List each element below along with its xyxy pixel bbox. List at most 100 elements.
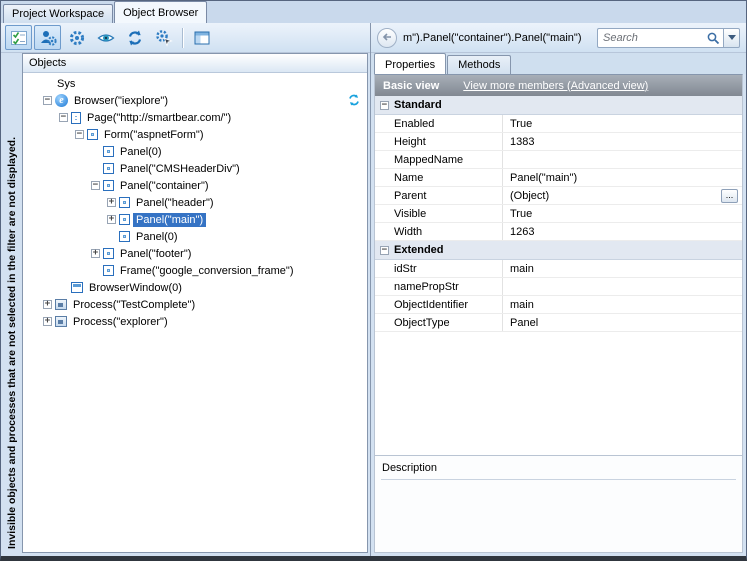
tree-item-label: Frame("google_conversion_frame")	[117, 264, 297, 278]
property-name: idStr	[375, 260, 503, 277]
property-row[interactable]: namePropStr	[375, 278, 742, 296]
windows-logo-icon	[39, 77, 51, 89]
property-name: MappedName	[375, 151, 503, 168]
property-row[interactable]: MappedName	[375, 151, 742, 169]
ellipsis-button[interactable]: ...	[721, 189, 738, 203]
property-row[interactable]: ObjectTypePanel	[375, 314, 742, 332]
objects-panel: Objects Sys−eBrowser("iexplore")−Page("h…	[22, 53, 368, 553]
highlight-object-button[interactable]	[92, 25, 119, 50]
tab-object-browser[interactable]: Object Browser	[114, 1, 207, 23]
tree-item[interactable]: + Panel("main")	[23, 211, 367, 228]
tree-item-label: Form("aspnetForm")	[101, 128, 207, 142]
tree-item[interactable]: −Panel("container")	[23, 177, 367, 194]
property-name: Width	[375, 223, 503, 240]
view-mode-bar: Basic view View more members (Advanced v…	[375, 75, 742, 96]
tree-item[interactable]: −eBrowser("iexplore")	[23, 92, 367, 109]
property-row[interactable]: EnabledTrue	[375, 115, 742, 133]
tree-item[interactable]: +Panel("footer")	[23, 245, 367, 262]
search-input[interactable]	[597, 28, 723, 48]
property-value-cell: 1263	[503, 223, 742, 240]
group-header[interactable]: −Extended	[375, 241, 742, 260]
filter-objects-button[interactable]	[5, 25, 32, 50]
map-object-button[interactable]	[150, 25, 177, 50]
tree-item[interactable]: Panel(0)	[23, 228, 367, 245]
view-mode-title: Basic view	[383, 80, 439, 92]
collapse-icon[interactable]: −	[59, 113, 68, 122]
expand-icon[interactable]: +	[43, 317, 52, 326]
property-name: Height	[375, 133, 503, 150]
property-value-cell: True	[503, 115, 742, 132]
tab-project-workspace[interactable]: Project Workspace	[3, 4, 113, 23]
description-divider	[381, 479, 736, 480]
property-name: Visible	[375, 205, 503, 222]
tree-item[interactable]: Panel(0)	[23, 143, 367, 160]
property-value-cell: main	[503, 260, 742, 277]
options-button[interactable]	[63, 25, 90, 50]
collapse-icon[interactable]: −	[380, 101, 389, 110]
tree-item[interactable]: −Page("http://smartbear.com/")	[23, 109, 367, 126]
property-name: Enabled	[375, 115, 503, 132]
collapse-icon[interactable]: −	[43, 96, 52, 105]
property-value-cell: (Object)...	[503, 187, 742, 204]
panel-icon	[119, 214, 130, 225]
tree-item[interactable]: Panel("CMSHeaderDiv")	[23, 160, 367, 177]
property-row[interactable]: Height1383	[375, 133, 742, 151]
search-dropdown-button[interactable]	[723, 28, 740, 48]
description-panel: Description	[375, 455, 742, 552]
inspector-tabstrip: Properties Methods	[371, 53, 746, 74]
show-panel-button[interactable]	[188, 25, 215, 50]
filter-note-strip: Invisible objects and processes that are…	[3, 53, 22, 553]
eye-icon	[97, 29, 115, 47]
collapse-icon[interactable]: −	[380, 246, 389, 255]
search-icon[interactable]	[706, 31, 720, 48]
back-button[interactable]	[377, 28, 397, 48]
collapse-icon[interactable]: −	[91, 181, 100, 190]
object-spy-button[interactable]	[34, 25, 61, 50]
tab-properties[interactable]: Properties	[374, 53, 446, 74]
frame-icon	[103, 265, 114, 276]
tree-item-label: Panel("header")	[133, 196, 217, 210]
expand-icon[interactable]: +	[107, 215, 116, 224]
tree-item-label: Process("TestComplete")	[70, 298, 198, 312]
browser-icon: e	[55, 94, 68, 107]
process-icon	[55, 316, 67, 327]
grid-empty-space	[375, 332, 742, 455]
property-row[interactable]: VisibleTrue	[375, 205, 742, 223]
property-value: Panel("main")	[510, 172, 577, 184]
tree-item[interactable]: + Process("TestComplete")	[23, 296, 367, 313]
tree-item[interactable]: +Process("explorer")	[23, 313, 367, 330]
property-name: ObjectType	[375, 314, 503, 331]
property-row[interactable]: Width1263	[375, 223, 742, 241]
main-tabstrip: Project Workspace Object Browser	[1, 1, 746, 23]
main-area: Invisible objects and processes that are…	[1, 23, 746, 556]
property-value: main	[510, 263, 534, 275]
tab-methods[interactable]: Methods	[447, 55, 511, 74]
property-row[interactable]: Parent(Object)...	[375, 187, 742, 205]
property-row[interactable]: ObjectIdentifiermain	[375, 296, 742, 314]
gears-icon	[155, 29, 173, 47]
tree-item[interactable]: + Panel("header")	[23, 194, 367, 211]
expander-spacer	[91, 266, 100, 275]
group-header[interactable]: −Standard	[375, 96, 742, 115]
tree-item[interactable]: BrowserWindow(0)	[23, 279, 367, 296]
property-row[interactable]: idStr main	[375, 260, 742, 278]
inspector-content: Basic view View more members (Advanced v…	[374, 74, 743, 553]
group-title: Extended	[394, 244, 444, 256]
tree-item[interactable]: Frame("google_conversion_frame")	[23, 262, 367, 279]
tree-item-label: Panel("main")	[133, 213, 206, 227]
app-window: Project Workspace Object Browser Invisib…	[0, 0, 747, 561]
advanced-view-link[interactable]: View more members (Advanced view)	[463, 80, 648, 92]
property-row[interactable]: NamePanel("main")	[375, 169, 742, 187]
tree-item[interactable]: − Form("aspnetForm")	[23, 126, 367, 143]
tree-item[interactable]: Sys	[23, 75, 367, 92]
property-value-cell: Panel("main")	[503, 169, 742, 186]
property-name: ObjectIdentifier	[375, 296, 503, 313]
refresh-button[interactable]	[121, 25, 148, 50]
expander-spacer	[107, 232, 116, 241]
object-path: m").Panel("container").Panel("main")	[403, 32, 591, 44]
expand-icon[interactable]: +	[107, 198, 116, 207]
panel-icon	[103, 180, 114, 191]
expand-icon[interactable]: +	[43, 300, 52, 309]
collapse-icon[interactable]: −	[75, 130, 84, 139]
expand-icon[interactable]: +	[91, 249, 100, 258]
